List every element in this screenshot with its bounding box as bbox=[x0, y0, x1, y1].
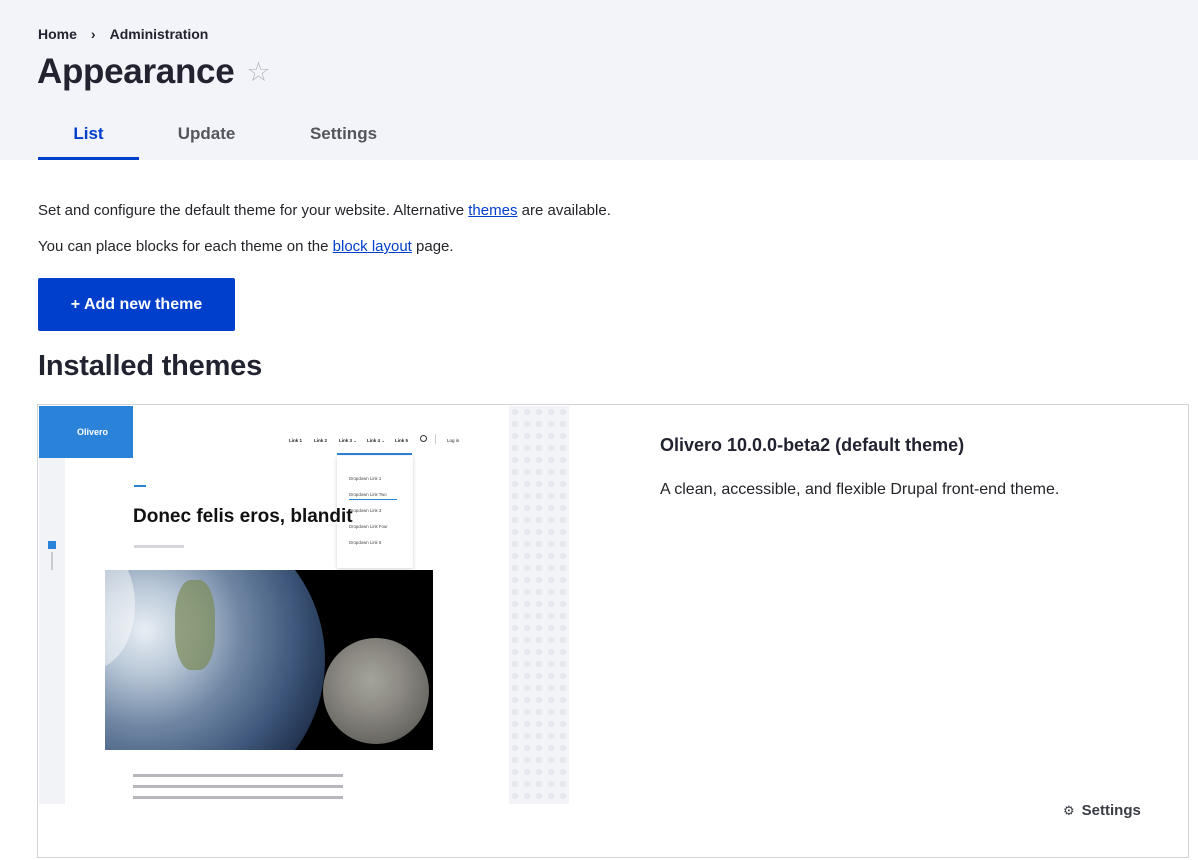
preview-nav-link-4: Link 4 ⌄ bbox=[367, 438, 386, 443]
preview-dropdown-item-3: Dropdown Link 3 bbox=[349, 508, 382, 513]
screenshot-pattern bbox=[509, 406, 569, 804]
theme-description: A clean, accessible, and flexible Drupal… bbox=[660, 481, 1060, 498]
breadcrumb-administration[interactable]: Administration bbox=[110, 26, 209, 42]
theme-settings-link[interactable]: ⚙ Settings bbox=[1063, 802, 1141, 819]
preview-dropdown-item-1: Dropdown Link 1 bbox=[349, 476, 382, 481]
star-outline-icon[interactable]: ☆ bbox=[246, 58, 270, 86]
themes-link[interactable]: themes bbox=[468, 202, 517, 219]
add-new-theme-button[interactable]: + Add new theme bbox=[38, 278, 235, 331]
intro-line-themes: Set and configure the default theme for … bbox=[38, 202, 611, 219]
preview-meta bbox=[134, 545, 184, 548]
page-title-text: Appearance bbox=[37, 52, 235, 91]
preview-nav-divider bbox=[435, 434, 436, 444]
preview-search-icon bbox=[420, 435, 427, 442]
installed-themes-heading: Installed themes bbox=[38, 350, 263, 382]
intro-line-block-layout: You can place blocks for each theme on t… bbox=[38, 238, 454, 255]
preview-dropdown-underline bbox=[349, 499, 397, 500]
preview-earth-moon-image bbox=[105, 570, 433, 750]
breadcrumb: Home › Administration bbox=[38, 26, 208, 42]
preview-dropdown-item-2: Dropdown Link Two bbox=[349, 492, 387, 497]
intro-text-1b: are available. bbox=[517, 202, 611, 219]
breadcrumb-separator: › bbox=[90, 26, 96, 42]
preview-logo: Olivero bbox=[39, 406, 133, 458]
preview-dropdown-item-4: Dropdown Link Four bbox=[349, 524, 388, 529]
theme-name: Olivero 10.0.0-beta2 (default theme) bbox=[660, 435, 965, 455]
block-layout-link[interactable]: block layout bbox=[333, 238, 412, 255]
preview-nav-link-1: Link 1 bbox=[289, 438, 303, 443]
preview-sidebar-icon bbox=[48, 541, 56, 549]
moon-graphic bbox=[323, 638, 429, 744]
preview-nav-link-2: Link 2 bbox=[314, 438, 328, 443]
preview-paragraph-line bbox=[133, 796, 343, 799]
preview-nav-link-5: Link 5 bbox=[395, 438, 409, 443]
earth-land bbox=[175, 580, 215, 670]
tab-settings[interactable]: Settings bbox=[274, 112, 413, 160]
preview-nav-underline bbox=[337, 453, 412, 455]
intro-text-1a: Set and configure the default theme for … bbox=[38, 202, 469, 219]
theme-screenshot: Olivero Link 1 Link 2 Link 3 ⌄ Link 4 ⌄ … bbox=[39, 406, 569, 804]
preview-paragraph-line bbox=[133, 774, 343, 777]
tab-list[interactable]: List bbox=[38, 112, 139, 160]
earth-graphic bbox=[105, 570, 325, 750]
tab-update[interactable]: Update bbox=[139, 112, 274, 160]
preview-dropdown-item-5: Dropdown Link 5 bbox=[349, 540, 382, 545]
page-header: Home › Administration Appearance ☆ List … bbox=[0, 0, 1198, 160]
preview-login: Log in bbox=[447, 438, 460, 443]
intro-text-2b: page. bbox=[411, 238, 454, 255]
preview-nav-link-3: Link 3 ⌄ bbox=[339, 438, 358, 443]
preview-heading: Donec felis eros, blandit bbox=[133, 506, 353, 527]
earth-cloud bbox=[105, 570, 135, 670]
preview-sidebar-text bbox=[51, 552, 53, 570]
preview-sidebar bbox=[39, 458, 65, 804]
theme-settings-label: Settings bbox=[1081, 802, 1141, 819]
preview-kicker bbox=[134, 485, 146, 487]
gear-icon: ⚙ bbox=[1063, 802, 1075, 818]
page-title: Appearance ☆ bbox=[37, 52, 271, 92]
theme-card-olivero: Olivero Link 1 Link 2 Link 3 ⌄ Link 4 ⌄ … bbox=[37, 404, 1189, 858]
intro-text-2a: You can place blocks for each theme on t… bbox=[38, 238, 333, 255]
preview-paragraph-line bbox=[133, 785, 343, 788]
primary-tabs: List Update Settings bbox=[38, 112, 413, 160]
breadcrumb-home[interactable]: Home bbox=[38, 26, 77, 42]
